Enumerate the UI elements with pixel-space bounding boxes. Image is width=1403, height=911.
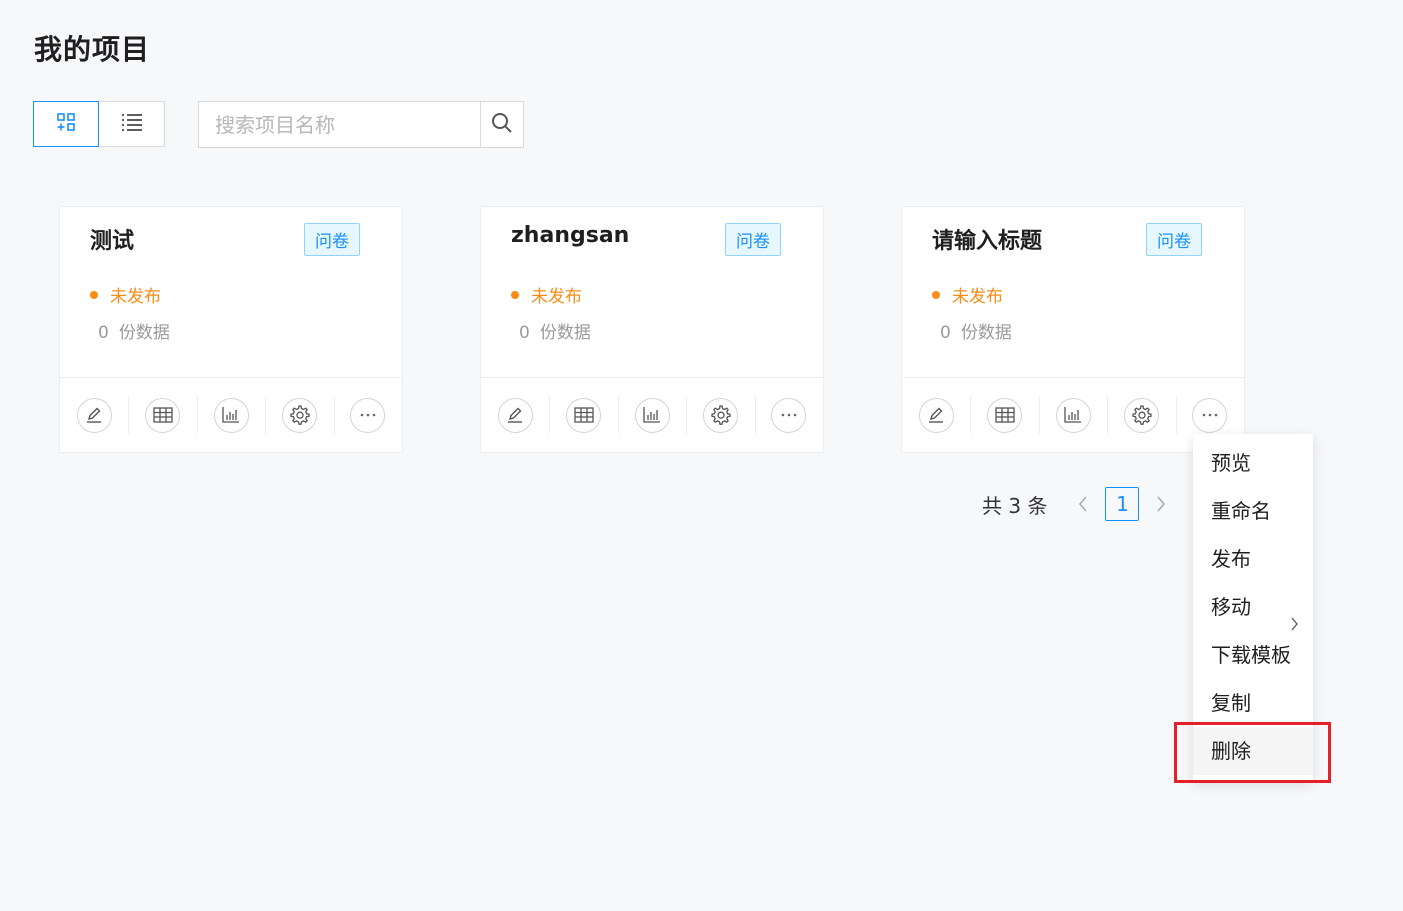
card-actions [60, 377, 402, 452]
data-table-button[interactable] [128, 378, 196, 452]
count-label: 份数据 [118, 323, 170, 343]
page-title: 我的项目 [34, 33, 151, 66]
grid-view-icon [56, 112, 76, 136]
menu-item-preview[interactable]: 预览 [1193, 439, 1313, 487]
next-page-button[interactable] [1149, 486, 1173, 522]
menu-item-label: 移动 [1211, 595, 1251, 619]
status-label: 未发布 [110, 287, 161, 307]
project-type-tag: 问卷 [304, 223, 360, 256]
project-card[interactable]: 测试 问卷 未发布 0 份数据 [59, 206, 403, 453]
status-label: 未发布 [531, 287, 582, 307]
settings-button[interactable] [1107, 378, 1175, 452]
settings-icon [702, 397, 738, 433]
edit-icon [918, 397, 954, 433]
more-icon [1192, 397, 1228, 433]
count-value: 0 [98, 323, 109, 343]
menu-item-download-template[interactable]: 下载模板 [1193, 631, 1313, 679]
count-value: 0 [519, 323, 530, 343]
search-input[interactable] [199, 102, 480, 147]
project-status: 未发布 [90, 282, 161, 307]
more-icon [350, 397, 386, 433]
statistics-button[interactable] [617, 378, 686, 452]
chart-icon [1055, 397, 1091, 433]
chart-icon [634, 397, 670, 433]
search-box [198, 101, 524, 148]
menu-item-delete[interactable]: 删除 [1193, 727, 1313, 775]
view-toggle [33, 101, 165, 147]
table-icon [566, 397, 602, 433]
edit-button[interactable] [902, 378, 970, 452]
more-icon [771, 397, 807, 433]
project-status: 未发布 [511, 282, 582, 307]
settings-button[interactable] [686, 378, 754, 452]
list-view-button[interactable] [99, 101, 165, 147]
edit-icon [76, 397, 112, 433]
menu-item-move[interactable]: 移动 [1193, 583, 1313, 631]
chart-icon [213, 397, 249, 433]
table-icon [145, 397, 181, 433]
grid-view-button[interactable] [33, 101, 99, 147]
search-button[interactable] [480, 102, 523, 147]
count-label: 份数据 [539, 323, 591, 343]
edit-button[interactable] [481, 378, 549, 452]
pagination: 共 3 条 1 [982, 486, 1173, 522]
project-title: zhangsan [511, 223, 630, 248]
project-card[interactable]: zhangsan 问卷 未发布 0 份数据 [480, 206, 824, 453]
chevron-right-icon [1157, 496, 1166, 512]
project-card[interactable]: 请输入标题 问卷 未发布 0 份数据 [901, 206, 1245, 453]
statistics-button[interactable] [196, 378, 265, 452]
project-data-count: 0 份数据 [519, 318, 591, 343]
status-dot-icon [90, 290, 98, 299]
project-data-count: 0 份数据 [98, 318, 170, 343]
count-label: 份数据 [960, 323, 1012, 343]
status-dot-icon [511, 290, 519, 299]
project-type-tag: 问卷 [725, 223, 781, 256]
settings-button[interactable] [265, 378, 333, 452]
total-count: 共 3 条 [982, 493, 1048, 518]
more-actions-menu: 预览 重命名 发布 移动 下载模板 复制 删除 [1193, 434, 1313, 782]
project-type-tag: 问卷 [1146, 223, 1202, 256]
edit-icon [497, 397, 533, 433]
statistics-button[interactable] [1038, 378, 1107, 452]
list-view-icon [121, 113, 143, 135]
data-table-button[interactable] [970, 378, 1038, 452]
status-dot-icon [932, 290, 940, 299]
project-status: 未发布 [932, 282, 1003, 307]
page-number-current[interactable]: 1 [1105, 487, 1140, 521]
project-title: 测试 [90, 229, 135, 254]
search-icon [490, 111, 514, 139]
project-title: 请输入标题 [932, 229, 1043, 254]
menu-item-copy[interactable]: 复制 [1193, 679, 1313, 727]
edit-button[interactable] [60, 378, 128, 452]
card-actions [481, 377, 823, 452]
more-button[interactable] [754, 378, 823, 452]
settings-icon [281, 397, 317, 433]
project-data-count: 0 份数据 [940, 318, 1012, 343]
data-table-button[interactable] [549, 378, 617, 452]
prev-page-button[interactable] [1071, 486, 1095, 522]
settings-icon [1123, 397, 1159, 433]
status-label: 未发布 [952, 287, 1003, 307]
more-button[interactable] [333, 378, 402, 452]
menu-item-publish[interactable]: 发布 [1193, 535, 1313, 583]
menu-item-rename[interactable]: 重命名 [1193, 487, 1313, 535]
table-icon [987, 397, 1023, 433]
chevron-left-icon [1079, 496, 1088, 512]
count-value: 0 [940, 323, 951, 343]
